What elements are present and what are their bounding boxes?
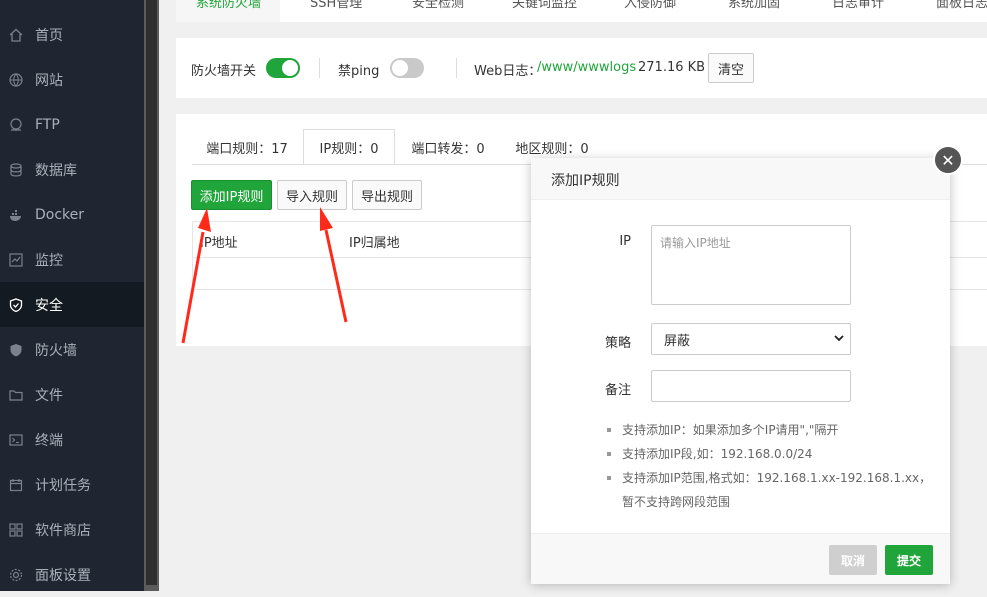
sidebar-item-files[interactable]: 文件 (0, 372, 144, 417)
sidebar-item-settings[interactable]: 面板设置 (0, 552, 144, 597)
weblog-path-link[interactable]: /www/wwwlogs (537, 60, 636, 75)
tab-ip-rules[interactable]: IP规则：0 (303, 129, 395, 165)
sidebar-item-label: 软件商店 (35, 522, 91, 539)
add-ip-rule-dialog: 添加IP规则 IP 请输入IP地址 策略 屏蔽 备注 支持添加IP：如果添加多个… (531, 158, 950, 584)
firewall-switch-bar: 防火墙开关 禁ping Web日志： /www/wwwlogs 271.16 K… (176, 38, 987, 98)
table-border (192, 221, 193, 290)
globe-icon (9, 72, 23, 87)
ip-textarea[interactable]: 请输入IP地址 (651, 225, 851, 305)
firewall-shield-icon (9, 343, 23, 357)
tab-keyword-monitor[interactable]: 关键词监控 (512, 0, 577, 11)
calendar-icon (9, 478, 23, 492)
sidebar-item-home[interactable]: 首页 (0, 12, 144, 57)
firewall-toggle[interactable] (266, 58, 300, 78)
ping-switch-label: 禁ping (338, 64, 380, 79)
tip-item: 支持添加IP：如果添加多个IP请用","隔开 (605, 418, 935, 442)
tab-port-forward[interactable]: 端口转发：0 (396, 129, 500, 165)
sidebar-item-firewall[interactable]: 防火墙 (0, 327, 144, 372)
sidebar-scrollbar-thumb[interactable] (146, 0, 157, 585)
docker-icon (9, 208, 23, 222)
submit-button[interactable]: 提交 (885, 545, 933, 575)
tab-ssh[interactable]: SSH管理 (310, 0, 362, 11)
sidebar-item-security[interactable]: 安全 (0, 282, 144, 327)
tip-item: 支持添加IP范围,格式如：192.168.1.xx-192.168.1.xx，暂… (605, 466, 935, 514)
help-tips: 支持添加IP：如果添加多个IP请用","隔开 支持添加IP段,如：192.168… (605, 418, 935, 514)
sidebar-item-label: 防火墙 (35, 342, 77, 359)
monitor-icon (9, 252, 23, 267)
close-icon[interactable]: ✕ (933, 145, 963, 175)
sidebar-item-terminal[interactable]: 终端 (0, 417, 144, 462)
ftp-icon (9, 117, 23, 132)
sidebar-item-label: Docker (35, 206, 85, 223)
policy-selected-value: 屏蔽 (664, 333, 691, 349)
note-field-label: 备注 (604, 383, 631, 398)
divider (456, 58, 457, 78)
tab-system-firewall[interactable]: 系统防火墙 (196, 0, 261, 11)
sidebar-item-ftp[interactable]: FTP (0, 102, 144, 147)
import-rules-button[interactable]: 导入规则 (277, 180, 347, 210)
cancel-button[interactable]: 取消 (829, 545, 877, 575)
gear-icon (9, 568, 23, 582)
sidebar: 首页 网站 FTP 数据库 Docker 监控 安全 防火墙 文件 终端 计划任… (0, 0, 144, 591)
terminal-icon (9, 433, 23, 447)
sidebar-item-label: 安全 (35, 297, 63, 314)
sidebar-item-cron[interactable]: 计划任务 (0, 462, 144, 507)
sidebar-item-docker[interactable]: Docker (0, 192, 144, 237)
weblog-label: Web日志： (474, 64, 542, 79)
export-rules-button[interactable]: 导出规则 (352, 180, 422, 210)
tab-security-check[interactable]: 安全检测 (412, 0, 464, 11)
sidebar-item-website[interactable]: 网站 (0, 57, 144, 102)
add-ip-rule-button[interactable]: 添加IP规则 (191, 180, 272, 210)
clear-log-button[interactable]: 清空 (708, 53, 754, 83)
sidebar-item-monitor[interactable]: 监控 (0, 237, 144, 282)
sidebar-item-label: 数据库 (35, 162, 77, 179)
database-icon (9, 162, 23, 177)
security-tabs: 系统防火墙 SSH管理 安全检测 关键词监控 入侵防御 系统加固 日志审计 面板… (176, 0, 987, 22)
ip-field-label: IP (619, 234, 631, 249)
column-ip-address: IP地址 (200, 236, 238, 251)
tab-log-audit[interactable]: 日志审计 (832, 0, 884, 11)
sidebar-item-store[interactable]: 软件商店 (0, 507, 144, 552)
sidebar-item-label: FTP (35, 116, 60, 133)
sidebar-item-label: 面板设置 (35, 567, 91, 584)
home-icon (9, 28, 23, 42)
sidebar-item-database[interactable]: 数据库 (0, 147, 144, 192)
dialog-title: 添加IP规则 (551, 173, 620, 189)
sidebar-item-label: 终端 (35, 432, 63, 449)
sidebar-item-label: 网站 (35, 72, 63, 89)
folder-icon (9, 388, 23, 402)
note-input[interactable] (651, 370, 851, 402)
policy-field-label: 策略 (604, 336, 631, 351)
tab-hardening[interactable]: 系统加固 (728, 0, 780, 11)
tab-panel-log[interactable]: 面板日志 (936, 0, 987, 11)
sidebar-item-label: 监控 (35, 252, 63, 269)
dialog-header: 添加IP规则 (531, 158, 950, 200)
grid-icon (9, 522, 23, 537)
divider (319, 58, 320, 78)
sidebar-item-label: 首页 (35, 27, 63, 44)
column-ip-location: IP归属地 (349, 236, 400, 251)
ping-toggle[interactable] (390, 58, 424, 78)
tab-port-rules[interactable]: 端口规则：17 (192, 129, 302, 165)
weblog-size: 271.16 KB (638, 60, 706, 75)
dialog-footer: 取消 提交 (531, 533, 950, 584)
tab-intrusion[interactable]: 入侵防御 (624, 0, 676, 11)
shield-check-icon (9, 297, 23, 312)
tip-item: 支持添加IP段,如：192.168.0.0/24 (605, 442, 935, 466)
chevron-down-icon (834, 335, 844, 342)
sidebar-item-label: 计划任务 (35, 477, 91, 494)
policy-select[interactable]: 屏蔽 (651, 323, 851, 355)
firewall-switch-label: 防火墙开关 (191, 64, 257, 79)
sidebar-item-label: 文件 (35, 387, 63, 404)
